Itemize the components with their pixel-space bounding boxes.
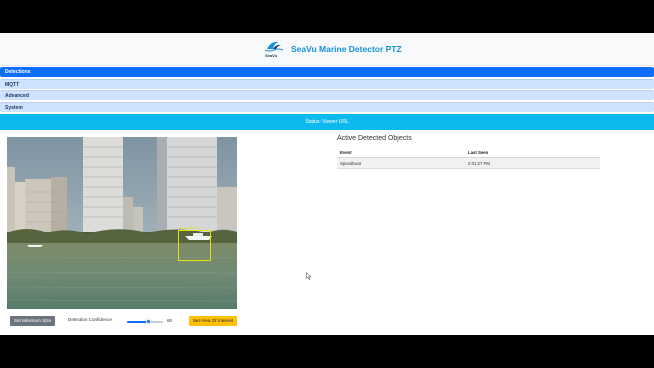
camera-feed[interactable]: Speedboat 0.87 [7, 137, 237, 309]
detection-bounding-box [178, 230, 211, 261]
detection-label: Speedboat 0.87 [178, 226, 200, 230]
objects-title: Active Detected Objects [337, 135, 412, 142]
page-title: SeaVu Marine Detector PTZ [291, 44, 402, 54]
event-cell: Speedboat [340, 161, 361, 166]
status-banner: Status: Viewer URL [0, 114, 654, 130]
set-minimum-size-button[interactable]: Set Minimum Size [10, 316, 55, 326]
tab-system[interactable]: System [0, 102, 654, 112]
tab-mqtt[interactable]: MQTT [0, 79, 654, 89]
table-header: Event Last Seen [337, 148, 600, 158]
column-header-event: Event [340, 150, 352, 155]
detection-confidence-label: Detection Confidence [68, 317, 112, 322]
camera-controls: Set Minimum Size Detection Confidence 60… [0, 315, 654, 329]
last-seen-cell: 2:01:27 PM [468, 161, 490, 166]
confidence-slider-handle[interactable] [146, 319, 152, 324]
app-header: SeaVu SeaVu Marine Detector PTZ [0, 33, 654, 66]
app-page: SeaVu SeaVu Marine Detector PTZ Detectio… [0, 33, 654, 335]
column-header-last-seen: Last Seen [468, 150, 489, 155]
confidence-value: 60 [167, 318, 173, 323]
table-row[interactable]: Speedboat 2:01:27 PM [337, 158, 600, 169]
logo-text: SeaVu [265, 53, 278, 58]
mouse-cursor-icon [306, 267, 312, 280]
tab-detections[interactable]: Detections [0, 67, 654, 77]
detected-objects-table: Event Last Seen Speedboat 2:01:27 PM [337, 148, 600, 169]
tab-advanced[interactable]: Advanced [0, 90, 654, 100]
set-area-of-interest-button[interactable]: Set Area Of Interest [189, 316, 237, 326]
confidence-slider[interactable] [127, 319, 163, 324]
